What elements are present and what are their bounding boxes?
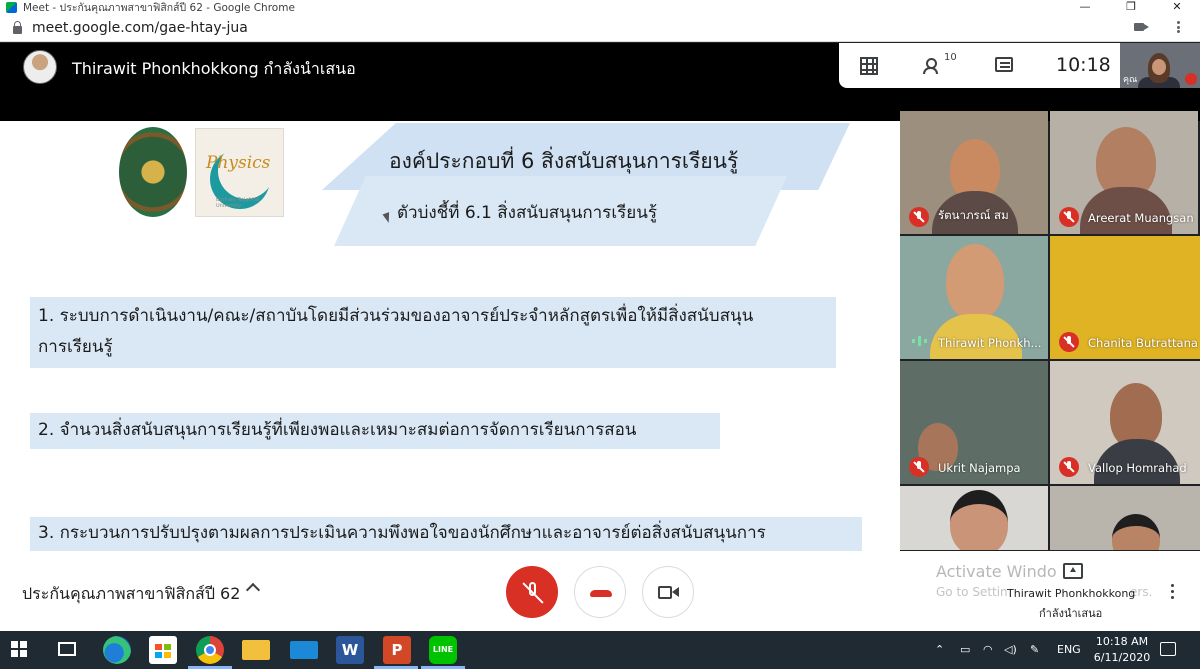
slide-item-1: 1. ระบบการดำเนินงาน/คณะ/สถาบันโดยมีส่วนร… xyxy=(30,297,836,368)
pen-icon[interactable]: ✎ xyxy=(1030,643,1039,656)
microphone-off-button[interactable] xyxy=(506,566,558,618)
task-view-icon[interactable] xyxy=(58,642,76,656)
presenting-label: Thirawit Phonkhokkong กำลังนำเสนอ xyxy=(72,59,356,78)
chevron-up-icon[interactable] xyxy=(245,582,261,598)
participant-name: Areerat Muangsan xyxy=(1088,211,1194,225)
participant-name: Chanita Butrattana xyxy=(1088,336,1198,350)
participant-tile[interactable]: Chanita Butrattana xyxy=(1050,236,1200,359)
presenter-name[interactable]: Thirawit Phonkhokkong xyxy=(1007,587,1135,600)
muted-icon xyxy=(909,207,929,227)
participant-tile[interactable]: รัตนาภรณ์ สม xyxy=(900,111,1048,234)
store-icon[interactable] xyxy=(149,636,177,664)
more-options-icon[interactable] xyxy=(1171,584,1174,599)
physics-logo: Physics Buriram Rajabhat University xyxy=(195,128,284,217)
participant-name: รัตนาภรณ์ สม xyxy=(938,208,1009,222)
window-titlebar: Meet - ประกันคุณภาพสาขาฟิสิกส์ปี 62 - Go… xyxy=(0,0,1200,14)
participant-tile[interactable] xyxy=(900,486,1048,550)
windows-taskbar: W P LINE ⌃ ▭ ◠ ◁) ✎ ENG 10:18 AM 6/11/20… xyxy=(0,631,1200,669)
taskbar-date: 6/11/2020 xyxy=(1093,651,1151,664)
file-explorer-icon[interactable] xyxy=(242,640,270,660)
presenter-header: Thirawit Phonkhokkong กำลังนำเสนอ 10 10:… xyxy=(0,43,1200,121)
avatar xyxy=(23,50,57,84)
slide-item-2-line1: 2. จำนวนสิ่งสนับสนุนการเรียนรู้ที่เพียงพ… xyxy=(38,420,637,440)
participant-name: Thirawit Phonkh... xyxy=(938,336,1042,350)
participant-tile[interactable]: Areerat Muangsan xyxy=(1050,111,1198,234)
meeting-details-button[interactable]: ประกันคุณภาพสาขาฟิสิกส์ปี 62 xyxy=(22,582,240,607)
url-text[interactable]: meet.google.com/gae-htay-jua xyxy=(32,20,248,36)
present-screen-icon[interactable] xyxy=(1063,563,1083,579)
muted-icon xyxy=(1059,332,1079,352)
participant-name: Ukrit Najampa xyxy=(938,461,1021,475)
mail-icon[interactable] xyxy=(290,641,318,659)
slide-subtitle: ตัวบ่งชี้ที่ 6.1 สิ่งสนับสนุนการเรียนรู้ xyxy=(397,203,657,223)
powerpoint-icon[interactable]: P xyxy=(383,636,411,664)
notification-icon[interactable] xyxy=(1160,642,1176,656)
restore-button[interactable]: ❐ xyxy=(1108,0,1154,14)
windows-start-icon[interactable] xyxy=(11,641,27,657)
camera-toggle-button[interactable] xyxy=(642,566,694,618)
edge-icon[interactable] xyxy=(103,636,131,664)
muted-icon xyxy=(1059,457,1079,477)
presenter-status: กำลังนำเสนอ xyxy=(1039,607,1103,620)
participant-tile[interactable]: Thirawit Phonkh... xyxy=(900,236,1048,359)
chrome-icon[interactable] xyxy=(196,636,224,664)
window-controls: — ❐ ✕ xyxy=(1062,0,1200,14)
taskbar-clock[interactable]: 10:18 AM 6/11/2020 xyxy=(1091,634,1153,666)
leave-call-button[interactable] xyxy=(574,566,626,618)
meet-favicon-icon xyxy=(6,1,17,13)
language-indicator[interactable]: ENG xyxy=(1057,643,1081,656)
layout-grid-icon[interactable] xyxy=(859,56,881,76)
people-icon[interactable] xyxy=(923,56,945,76)
close-button[interactable]: ✕ xyxy=(1154,0,1200,14)
slide-item-1-line1: 1. ระบบการดำเนินงาน/คณะ/สถาบันโดยมีส่วนร… xyxy=(38,306,754,326)
meeting-control-bar: ประกันคุณภาพสาขาฟิสิกส์ปี 62 Activate Wi… xyxy=(0,551,1200,631)
slide-item-3: 3. กระบวนการปรับปรุงตามผลการประเมินความพ… xyxy=(30,517,862,551)
muted-icon xyxy=(1059,207,1079,227)
slide-item-2: 2. จำนวนสิ่งสนับสนุนการเรียนรู้ที่เพียงพ… xyxy=(30,413,720,449)
muted-icon xyxy=(909,457,929,477)
chat-icon[interactable] xyxy=(994,56,1016,76)
slide-item-3-line1: 3. กระบวนการปรับปรุงตามผลการประเมินความพ… xyxy=(38,523,766,543)
lock-icon[interactable] xyxy=(13,20,22,34)
speaking-indicator-icon xyxy=(912,336,928,346)
participant-tile[interactable]: Ukrit Najampa xyxy=(900,361,1048,484)
participant-tile[interactable]: Vallop Homrahad xyxy=(1050,361,1200,484)
line-icon[interactable]: LINE xyxy=(429,636,457,664)
self-label: คุณ xyxy=(1123,75,1138,85)
activate-windows-subtext: Go to Settin xyxy=(936,585,1008,599)
address-bar[interactable]: meet.google.com/gae-htay-jua xyxy=(0,14,1200,42)
university-seal-logo xyxy=(119,127,187,217)
slide-item-1-line2: การเรียนรู้ xyxy=(38,337,113,357)
volume-icon[interactable]: ◁) xyxy=(1004,643,1017,656)
physics-logo-subtext: Buriram Rajabhat University xyxy=(216,197,260,209)
participants-count: 10 xyxy=(944,52,957,63)
presentation-slide: Physics Buriram Rajabhat University องค์… xyxy=(0,121,900,551)
battery-icon[interactable]: ▭ xyxy=(960,643,970,656)
activate-windows-watermark: Activate Windo xyxy=(936,562,1057,581)
participant-name: Vallop Homrahad xyxy=(1088,461,1187,475)
browser-menu-icon[interactable] xyxy=(1170,20,1186,34)
slide-title: องค์ประกอบที่ 6 สิ่งสนับสนุนการเรียนรู้ xyxy=(389,149,739,173)
taskbar-time: 10:18 AM xyxy=(1095,635,1149,648)
meeting-clock: 10:18 xyxy=(1056,54,1111,76)
tray-expand-icon[interactable]: ⌃ xyxy=(935,643,944,656)
participant-tile[interactable] xyxy=(1050,486,1200,550)
word-icon[interactable]: W xyxy=(336,636,364,664)
physics-logo-text: Physics xyxy=(206,153,271,173)
camera-permission-icon[interactable] xyxy=(1134,20,1150,34)
minimize-button[interactable]: — xyxy=(1062,0,1108,14)
self-video-tile[interactable]: คุณ xyxy=(1120,43,1200,88)
muted-icon xyxy=(1185,73,1197,85)
network-icon[interactable]: ◠ xyxy=(983,643,993,656)
meet-top-toolbar: 10 10:18 คุณ xyxy=(839,43,1200,88)
